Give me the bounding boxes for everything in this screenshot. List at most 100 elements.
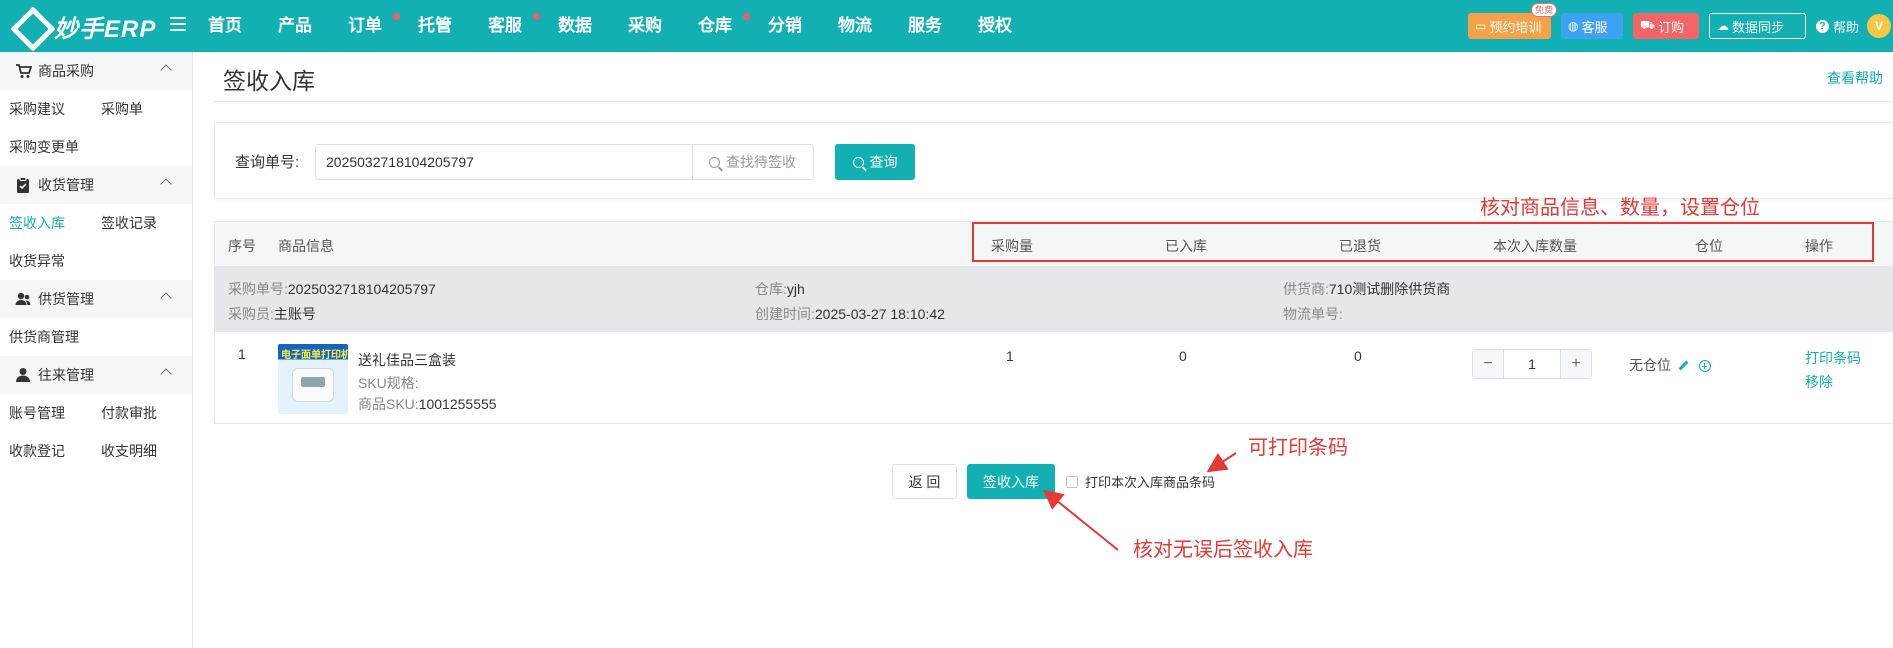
quantity-stepper: − 1 +: [1472, 349, 1592, 379]
sidebar-item-payment-approval[interactable]: 付款审批: [92, 403, 184, 423]
sidebar-item-purchase-suggestion[interactable]: 采购建议: [0, 99, 92, 119]
sidebar-item-purchase-order[interactable]: 采购单: [92, 99, 184, 119]
sidebar-group-receiving[interactable]: 收货管理: [0, 166, 192, 204]
sidebar-item-account-management[interactable]: 账号管理: [0, 403, 92, 423]
product-thumbnail[interactable]: 电子面单打印机: [278, 344, 348, 414]
help-link[interactable]: ? 帮助: [1815, 17, 1859, 36]
search-icon: [709, 156, 720, 168]
purchase-qty: 1: [1006, 348, 1014, 364]
customer-service-button[interactable]: ◍ 客服: [1560, 13, 1623, 39]
headset-icon: ◍: [1567, 19, 1579, 33]
sidebar-group-purchase[interactable]: 商品采购: [0, 52, 192, 90]
quantity-value[interactable]: 1: [1503, 350, 1561, 378]
chevron-up-icon: [160, 368, 172, 380]
cart-icon: [16, 64, 32, 78]
location-value: 无仓位: [1629, 357, 1671, 373]
sidebar-group-transactions[interactable]: 往来管理: [0, 356, 192, 394]
product-name: 送礼佳品三盒装: [358, 352, 456, 368]
sidebar-group-supply[interactable]: 供货管理: [0, 280, 192, 318]
arrow-to-print-checkbox: [1206, 452, 1237, 473]
query-button[interactable]: 查询: [835, 144, 915, 180]
chevron-up-icon: [160, 292, 172, 304]
logo-text: 妙手ERP: [54, 15, 157, 43]
arrow-to-sign-button: [1042, 489, 1119, 551]
free-badge: 免费: [1530, 3, 1557, 17]
nav-purchase[interactable]: 采购: [628, 0, 698, 52]
menu-toggle-icon[interactable]: [170, 17, 186, 33]
search-icon: [852, 156, 864, 168]
back-button[interactable]: 返 回: [892, 464, 957, 499]
sidebar-item-sign-in-stock[interactable]: 签收入库: [0, 213, 92, 233]
annotation-check-info: 核对商品信息、数量，设置仓位: [1480, 197, 1760, 219]
created-time: 2025-03-27 18:10:42: [814, 306, 945, 322]
print-barcode-checkbox[interactable]: 打印本次入库商品条码: [1066, 472, 1215, 491]
sidebar-item-income-expense-details[interactable]: 收支明细: [92, 441, 184, 461]
printer-image: [292, 368, 334, 402]
nav-services[interactable]: 服务: [908, 0, 978, 52]
sidebar-item-sign-records[interactable]: 签收记录: [92, 213, 184, 233]
divider: [214, 101, 1893, 102]
buyer: 主账号: [273, 306, 316, 322]
training-button[interactable]: ▭ 预约培训 免费: [1467, 3, 1557, 39]
nav-warehouse[interactable]: 仓库: [698, 0, 768, 52]
logo[interactable]: 妙手ERP: [12, 8, 157, 44]
row-index: 1: [238, 346, 246, 362]
page-title: 签收入库: [223, 68, 315, 94]
nav-order[interactable]: 订单: [348, 0, 418, 52]
nav-data[interactable]: 数据: [558, 0, 628, 52]
chevron-up-icon: [160, 64, 172, 76]
user-icon: [16, 368, 30, 382]
sku-spec-label: SKU规格:: [358, 375, 419, 391]
print-barcode-link[interactable]: 打印条码: [1805, 348, 1861, 368]
annotation-can-print: 可打印条码: [1248, 437, 1348, 459]
product-sku: 1001255555: [418, 396, 497, 412]
nav-customer-service[interactable]: 客服: [488, 0, 558, 52]
notification-dot: [533, 13, 540, 20]
table-row: 1 电子面单打印机 送礼佳品三盒装 SKU规格: 商品SKU:100125555…: [238, 344, 1861, 414]
checkbox-icon[interactable]: [1066, 475, 1078, 488]
find-pending-button[interactable]: 查找待签收: [692, 144, 814, 180]
nav-hosting[interactable]: 托管: [418, 0, 488, 52]
logo-diamond-icon: [12, 8, 48, 44]
nav-home[interactable]: 首页: [208, 0, 278, 52]
add-circle-icon[interactable]: [1698, 360, 1711, 373]
question-icon: ?: [1815, 19, 1829, 33]
sign-in-stock-button[interactable]: 签收入库: [967, 464, 1055, 499]
chevron-up-icon: [160, 178, 172, 190]
header-product: 商品信息: [278, 238, 334, 254]
chat-icon: ▭: [1474, 19, 1487, 33]
search-panel: 查询单号: 查找待签收 查询: [214, 122, 1893, 199]
returned-qty: 0: [1354, 348, 1362, 364]
sidebar-item-supplier-management[interactable]: 供货商管理: [0, 327, 160, 347]
notification-dot: [743, 13, 750, 20]
annotation-highlight-box: [972, 222, 1874, 262]
data-sync-button[interactable]: ☁ 数据同步: [1708, 13, 1806, 39]
sidebar-item-receiving-exception[interactable]: 收货异常: [0, 251, 92, 271]
user-avatar[interactable]: V: [1867, 14, 1891, 38]
top-actions: ▭ 预约培训 免费 ◍ 客服 ⛟ 订购 ☁ 数据同步 ? 帮助 V: [1467, 0, 1893, 52]
users-icon: [15, 292, 31, 305]
view-help-link[interactable]: 查看帮助: [1827, 68, 1883, 88]
remove-link[interactable]: 移除: [1805, 372, 1833, 392]
nav-product[interactable]: 产品: [278, 0, 348, 52]
order-number-input[interactable]: [315, 144, 693, 180]
stocked-qty: 0: [1179, 348, 1187, 364]
sidebar-item-purchase-change[interactable]: 采购变更单: [0, 137, 160, 157]
order-number: 2025032718104205797: [287, 281, 436, 297]
sidebar-item-receipt-registration[interactable]: 收款登记: [0, 441, 92, 461]
subscribe-button[interactable]: ⛟ 订购: [1632, 13, 1699, 39]
supplier: 710测试删除供货商: [1328, 281, 1451, 297]
decrement-button[interactable]: −: [1473, 350, 1503, 378]
header-index: 序号: [228, 238, 256, 254]
nav-logistics[interactable]: 物流: [838, 0, 908, 52]
cart-icon: ⛟: [1639, 18, 1656, 32]
cloud-sync-icon: ☁: [1716, 19, 1729, 33]
increment-button[interactable]: +: [1561, 350, 1591, 378]
nav-distribution[interactable]: 分销: [768, 0, 838, 52]
sidebar: 商品采购 采购建议 采购单 采购变更单 收货管理 签收入库 签收记录 收货异常 …: [0, 52, 193, 648]
notification-dot: [393, 13, 400, 20]
edit-icon[interactable]: [1679, 360, 1689, 370]
search-label: 查询单号:: [235, 154, 300, 171]
nav-authorization[interactable]: 授权: [978, 0, 1048, 52]
order-info-row: 采购单号:2025032718104205797 采购员:主账号 仓库:yjh …: [215, 266, 1893, 332]
